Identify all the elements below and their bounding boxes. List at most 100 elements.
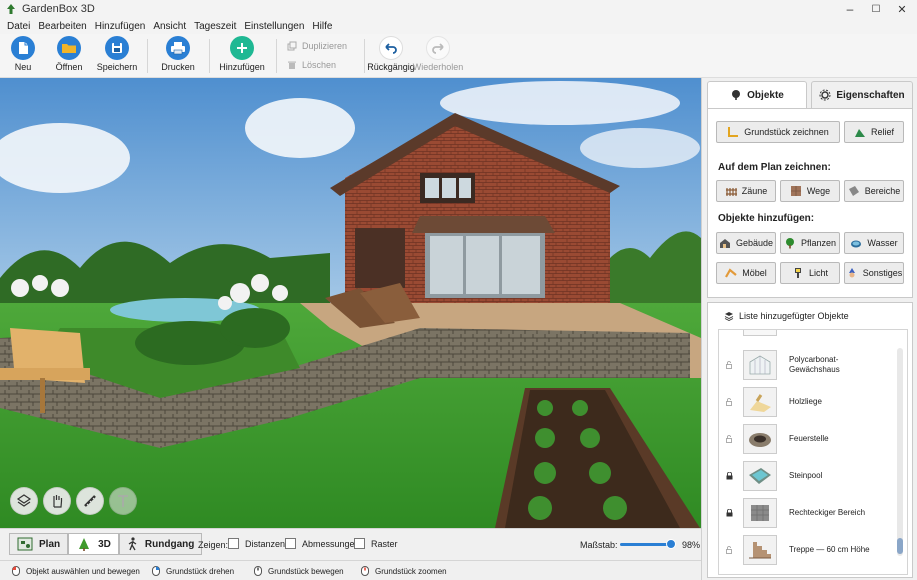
dimensions-checkbox[interactable]: Abmessungen: [285, 538, 360, 549]
list-item-thumbnail: [743, 330, 777, 336]
menu-daytime[interactable]: Tageszeit: [190, 21, 240, 32]
layers-tool-button[interactable]: [10, 487, 38, 515]
unlock-icon[interactable]: [723, 434, 735, 443]
scale-slider[interactable]: [620, 543, 672, 546]
list-item[interactable]: Polycarbonat-Gewächshaus: [719, 346, 889, 383]
add-button[interactable]: Hinzufügen: [217, 36, 267, 72]
tab-properties[interactable]: Eigenschaften: [811, 81, 913, 109]
rectangular-area-thumbnail: [743, 497, 777, 528]
mouse-wheel-icon: [361, 566, 369, 576]
undo-icon: [379, 36, 403, 60]
show-label: Zeigen:: [198, 540, 229, 550]
added-objects-list: Liste hinzugefügter Objekte Polycarbonat…: [707, 302, 913, 578]
list-scrollbar-thumb[interactable]: [897, 538, 903, 554]
status-zoom-hint: Grundstück zoomen: [361, 566, 447, 576]
status-move-hint: Grundstück bewegen: [254, 566, 344, 576]
mouse-right-icon: [152, 566, 160, 576]
redo-button[interactable]: Wiederholen: [413, 36, 463, 72]
3d-tree-icon: [79, 538, 90, 551]
viewport-tools: [10, 487, 137, 515]
menu-settings[interactable]: Einstellungen: [240, 21, 308, 32]
menu-help[interactable]: Hilfe: [308, 21, 336, 32]
walkthrough-button[interactable]: Rundgang: [118, 533, 203, 555]
ruler-tool-button[interactable]: [76, 487, 104, 515]
save-button[interactable]: Speichern: [92, 36, 142, 72]
plus-icon: [230, 36, 254, 60]
view-mode-switch: Plan 3D Rundgang: [9, 533, 203, 555]
plants-button[interactable]: Pflanzen: [780, 232, 840, 254]
layers-icon: [16, 494, 32, 507]
grid-checkbox[interactable]: Raster: [354, 538, 398, 549]
text-tool-button[interactable]: [109, 487, 137, 515]
paths-button[interactable]: Wege: [780, 180, 840, 202]
panel-tabs: Objekte Eigenschaften: [707, 81, 913, 109]
stone-pool-thumbnail: [743, 460, 777, 491]
menu-bar: Datei Bearbeiten Hinzufügen Ansicht Tage…: [0, 18, 917, 34]
plant-icon: [785, 238, 794, 249]
path-icon: [790, 186, 801, 196]
scale-value: 98%: [682, 540, 701, 550]
status-bar: Objekt auswählen und bewegen Grundstück …: [0, 560, 701, 580]
plan-view-button[interactable]: Plan: [9, 533, 69, 555]
areas-button[interactable]: Bereiche: [844, 180, 904, 202]
unlock-icon[interactable]: [723, 397, 735, 406]
toolbar-separator: [209, 39, 210, 73]
building-icon: [719, 239, 730, 248]
light-button[interactable]: Licht: [780, 262, 840, 284]
plan-icon: [17, 537, 33, 551]
list-item[interactable]: Treppe — 60 cm Höhe: [719, 531, 889, 568]
unlock-icon[interactable]: [723, 545, 735, 554]
open-button[interactable]: Öffnen: [44, 36, 94, 72]
garden-3d-scene: [0, 78, 701, 528]
list-item[interactable]: Steinpool: [719, 457, 889, 494]
delete-button[interactable]: Löschen: [287, 60, 336, 70]
tab-objects[interactable]: Objekte: [707, 81, 807, 109]
print-button[interactable]: Drucken: [153, 36, 203, 72]
new-button[interactable]: Neu: [0, 36, 48, 72]
duplicate-button[interactable]: Duplizieren: [287, 41, 347, 51]
menu-file[interactable]: Datei: [3, 21, 34, 32]
menu-edit[interactable]: Bearbeiten: [34, 21, 90, 32]
hand-tool-button[interactable]: [43, 487, 71, 515]
buildings-button[interactable]: Gebäude: [716, 232, 776, 254]
close-button[interactable]: ✕: [886, 0, 917, 18]
status-select-hint: Objekt auswählen und bewegen: [12, 566, 140, 576]
gear-icon: [819, 89, 831, 101]
water-button[interactable]: Wasser: [844, 232, 904, 254]
menu-add[interactable]: Hinzufügen: [91, 21, 150, 32]
lounger-thumbnail: [743, 386, 777, 417]
stairs-thumbnail: [743, 534, 777, 565]
list-item[interactable]: Holzliege: [719, 383, 889, 420]
right-panel: Objekte Eigenschaften Grundstück zeichne…: [701, 78, 917, 580]
list-item[interactable]: Rechteckiger Bereich: [719, 494, 889, 531]
lock-icon[interactable]: [723, 471, 735, 480]
relief-button[interactable]: Relief: [844, 121, 904, 143]
toolbar-separator: [364, 39, 365, 73]
ruler-icon: [84, 495, 96, 507]
undo-button[interactable]: Rückgängig: [366, 36, 416, 72]
redo-icon: [426, 36, 450, 60]
menu-view[interactable]: Ansicht: [149, 21, 190, 32]
mouse-middle-icon: [254, 566, 262, 576]
fences-button[interactable]: Zäune: [716, 180, 776, 202]
unlock-icon[interactable]: [723, 360, 735, 369]
scale-slider-handle[interactable]: [665, 539, 676, 549]
gnome-icon: [848, 268, 855, 278]
floppy-disk-icon: [105, 36, 129, 60]
draw-plot-button[interactable]: Grundstück zeichnen: [716, 121, 840, 143]
bottom-bar: Plan 3D Rundgang Zeigen: Distanzen Abmes…: [0, 528, 701, 560]
window-title: GardenBox 3D: [22, 3, 95, 15]
list-scrollbar[interactable]: [897, 348, 903, 556]
objects-tab-body: Grundstück zeichnen Relief Auf dem Plan …: [707, 108, 913, 298]
object-list[interactable]: Polycarbonat-Gewächshaus Holzliege Feuer…: [718, 329, 908, 575]
lock-icon[interactable]: [723, 508, 735, 517]
list-item[interactable]: Feuerstelle: [719, 420, 889, 457]
furniture-button[interactable]: Möbel: [716, 262, 776, 284]
distances-checkbox[interactable]: Distanzen: [228, 538, 285, 549]
other-button[interactable]: Sonstiges: [844, 262, 904, 284]
toolbar: Neu Öffnen Speichern Drucken Hinzufügen …: [0, 34, 917, 78]
3d-view-button[interactable]: 3D: [68, 533, 119, 555]
mouse-left-icon: [12, 566, 20, 576]
3d-viewport[interactable]: [0, 78, 701, 528]
duplicate-icon: [287, 41, 297, 51]
